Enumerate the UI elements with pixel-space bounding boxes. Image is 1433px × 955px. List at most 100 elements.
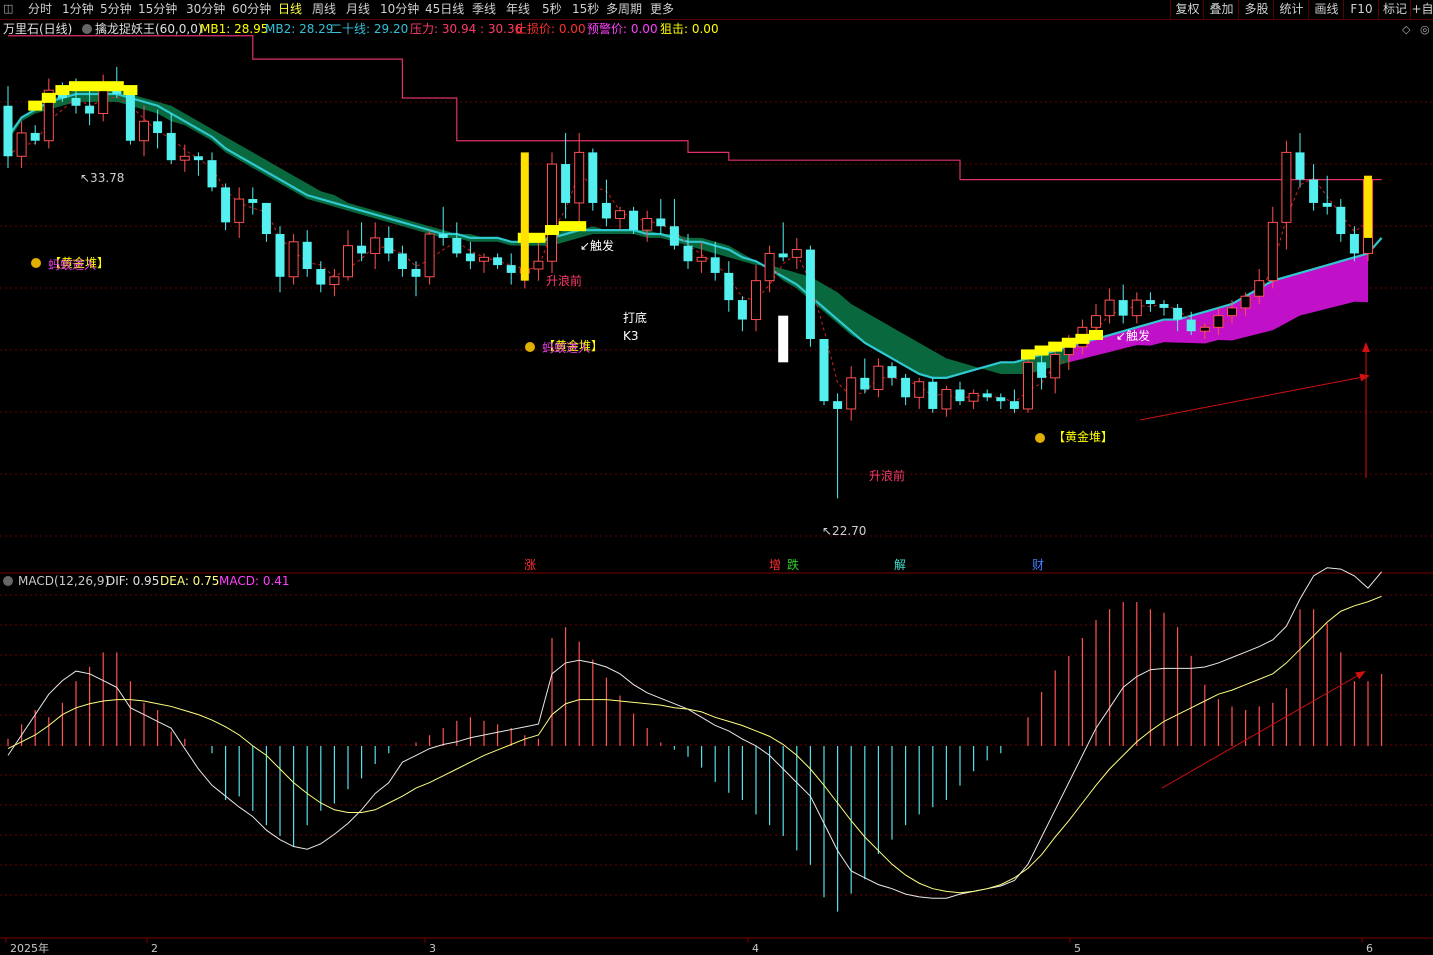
toolbar-period-3[interactable]: 15分钟 bbox=[138, 1, 177, 18]
wave-before-label: 升浪前 bbox=[869, 468, 905, 483]
candle-body bbox=[248, 199, 258, 203]
toolbar-tool-2[interactable]: 多股 bbox=[1238, 0, 1274, 19]
toolbar-tool-0[interactable]: 复权 bbox=[1170, 0, 1204, 19]
toolbar-period-13[interactable]: 5秒 bbox=[542, 1, 562, 18]
candle-body bbox=[615, 210, 625, 219]
candle-body bbox=[85, 105, 95, 114]
toolbar-period-4[interactable]: 30分钟 bbox=[186, 1, 225, 18]
candle-body bbox=[901, 377, 911, 398]
macd-legend-item: MACD: 0.41 bbox=[219, 574, 290, 588]
candle-body bbox=[370, 237, 381, 254]
candle-body bbox=[302, 241, 312, 270]
coin-icon bbox=[31, 258, 41, 268]
toolbar-period-15[interactable]: 多周期 bbox=[606, 1, 642, 18]
candle-body bbox=[1309, 179, 1319, 203]
gold-strip bbox=[545, 225, 559, 236]
candle-body bbox=[465, 253, 475, 262]
toolbar-tool-6[interactable]: 标记 bbox=[1378, 0, 1411, 19]
toolbar-tool-7[interactable]: +自 bbox=[1410, 0, 1433, 19]
gold-strip bbox=[69, 81, 83, 92]
candle-body bbox=[1091, 315, 1101, 328]
gold-strip bbox=[1061, 337, 1076, 348]
toolbar-period-9[interactable]: 10分钟 bbox=[380, 1, 419, 18]
candle-body bbox=[1145, 300, 1155, 304]
macd-legend-item: DIF: 0.95 bbox=[106, 574, 159, 588]
toolbar-tool-4[interactable]: 画线 bbox=[1308, 0, 1344, 19]
candle-body bbox=[1295, 152, 1305, 180]
candle-body bbox=[642, 217, 653, 231]
toolbar-period-11[interactable]: 季线 bbox=[472, 1, 496, 18]
date-label: 2025年 bbox=[10, 941, 49, 955]
ant-entry-label: 蚂蚁进入 bbox=[48, 257, 96, 272]
trigger-label: ↙触发 bbox=[1116, 328, 1150, 343]
gold-strip bbox=[1048, 341, 1063, 352]
toolbar-period-5[interactable]: 60分钟 bbox=[232, 1, 271, 18]
candle-body bbox=[1023, 361, 1033, 410]
candle-body bbox=[846, 377, 857, 410]
candle-body bbox=[778, 253, 788, 258]
date-label: 2 bbox=[151, 942, 158, 955]
macd-trend-arrow bbox=[1161, 671, 1366, 789]
main-legend-item: 压力: 30.94 bbox=[410, 22, 476, 36]
candle-body bbox=[805, 249, 815, 339]
gold-strip bbox=[1034, 345, 1049, 356]
candle-body bbox=[179, 155, 190, 161]
candle-body bbox=[329, 276, 340, 286]
candle-body bbox=[914, 381, 925, 398]
toolbar-period-6[interactable]: 日线 bbox=[278, 1, 302, 18]
candle-body bbox=[71, 97, 81, 106]
candle-body bbox=[982, 393, 992, 398]
toolbar-tool-1[interactable]: 叠加 bbox=[1203, 0, 1239, 19]
candle-body bbox=[1050, 354, 1061, 379]
toolbar-period-10[interactable]: 45日线 bbox=[425, 1, 464, 18]
toolbar-tool-3[interactable]: 统计 bbox=[1273, 0, 1309, 19]
layout-icon[interactable]: ◫ bbox=[3, 2, 13, 15]
toolbar-period-7[interactable]: 周线 bbox=[312, 1, 336, 18]
event-marker: 解 bbox=[894, 558, 906, 572]
event-marker: 增 bbox=[769, 558, 781, 572]
trend-arrow bbox=[1139, 373, 1370, 421]
gold-strip bbox=[1089, 329, 1103, 340]
gold-strip bbox=[41, 92, 56, 103]
candle-body bbox=[724, 272, 734, 301]
date-label: 6 bbox=[1366, 942, 1373, 955]
candle-body bbox=[833, 401, 843, 409]
toolbar-period-14[interactable]: 15秒 bbox=[572, 1, 599, 18]
gold-strip bbox=[109, 81, 124, 92]
candle-body bbox=[737, 300, 747, 320]
event-marker: 跌 bbox=[787, 557, 799, 572]
candle-body bbox=[764, 252, 775, 282]
candle-body bbox=[411, 269, 421, 277]
toolbar-period-12[interactable]: 年线 bbox=[506, 1, 530, 18]
candle-body bbox=[561, 164, 571, 203]
bottom-label: 打底 bbox=[623, 310, 647, 325]
candle-body bbox=[207, 160, 217, 188]
ant-entry-label: 蚂蚁进入 bbox=[542, 340, 590, 355]
candle-body bbox=[860, 377, 870, 390]
toolbar-period-16[interactable]: 更多 bbox=[650, 1, 674, 18]
candle-body bbox=[629, 210, 639, 231]
candle-body bbox=[751, 280, 761, 321]
candle-body bbox=[819, 338, 829, 402]
toolbar-period-8[interactable]: 月线 bbox=[346, 1, 370, 18]
low-label: ↖22.70 bbox=[822, 524, 866, 538]
main-legend-item: 止损价: 0.00 bbox=[515, 22, 586, 36]
toolbar-tool-5[interactable]: F10 bbox=[1343, 0, 1379, 19]
coin-icon bbox=[525, 342, 535, 352]
stock-chart: ↖33.78↖22.70【黄金堆】【黄金堆】【黄金堆】蚂蚁进入蚂蚁进入↙触发↙触… bbox=[0, 21, 1433, 955]
candle-body bbox=[424, 233, 435, 278]
toolbar-period-1[interactable]: 1分钟 bbox=[62, 1, 94, 18]
candle-body bbox=[357, 245, 367, 254]
candle-body bbox=[397, 253, 407, 270]
high-label: ↖33.78 bbox=[80, 171, 124, 185]
candle-body bbox=[1199, 326, 1210, 332]
candle-body bbox=[873, 365, 884, 391]
toolbar-period-2[interactable]: 5分钟 bbox=[100, 1, 132, 18]
gold-strip bbox=[572, 221, 587, 232]
gold-strip bbox=[96, 81, 111, 92]
wave-before-label: 升浪前 bbox=[546, 273, 582, 288]
toolbar-period-0[interactable]: 分时 bbox=[28, 1, 52, 18]
candle-body bbox=[479, 256, 489, 262]
legend-layer: 万里石(日线) 擒龙捉妖王(60,0,0)MB1: 28.95MB2: 28.29… bbox=[3, 21, 1430, 588]
indicator-name: 擒龙捉妖王(60,0,0) bbox=[95, 21, 203, 36]
